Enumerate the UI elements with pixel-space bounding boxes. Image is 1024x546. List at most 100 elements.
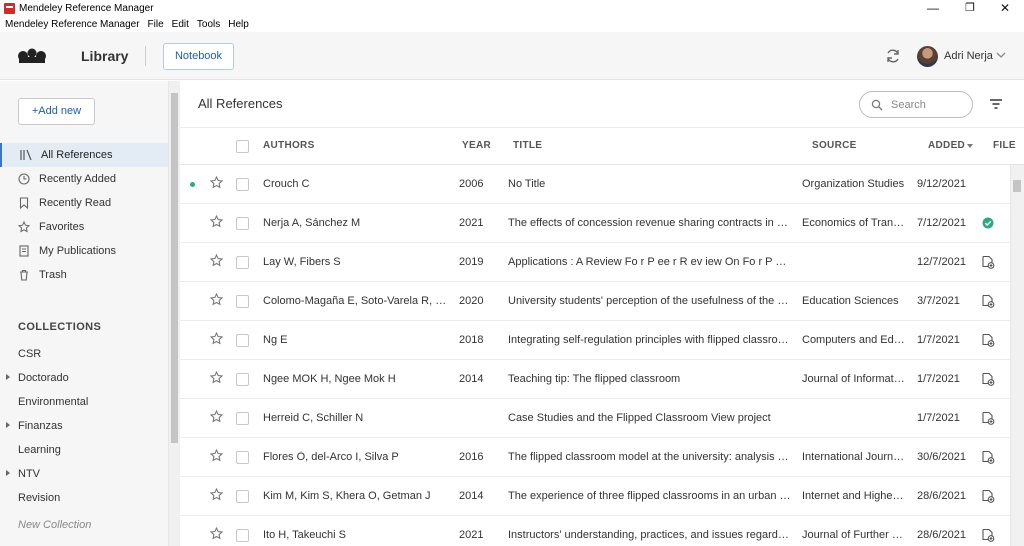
column-file[interactable]: FILE [993, 140, 1016, 151]
menu-edit[interactable]: Edit [168, 17, 193, 32]
column-added[interactable]: ADDED [928, 140, 965, 151]
collection-ntv[interactable]: NTV [18, 468, 40, 480]
pdf-file-icon[interactable] [981, 255, 995, 269]
close-button[interactable]: ✕ [988, 0, 1022, 17]
collection-doctorado[interactable]: Doctorado [18, 372, 69, 384]
sidebar-item-label: All References [41, 149, 113, 161]
table-row[interactable]: Ngee MOK H, Ngee Mok H 2014 Teaching tip: … [180, 360, 1010, 399]
table-row[interactable]: Kim M, Kim S, Khera O, Getman J 2014 The e… [180, 477, 1010, 516]
pdf-file-icon[interactable] [981, 333, 995, 347]
sidebar-item-all-references[interactable]: All References [0, 143, 168, 167]
cell-added: 7/12/2021 [917, 217, 966, 229]
favorite-star-icon[interactable] [210, 488, 223, 501]
menu-tools[interactable]: Tools [193, 17, 224, 32]
sync-icon[interactable] [885, 48, 901, 64]
main-scrollbar-thumb[interactable] [1013, 180, 1021, 192]
pdf-file-icon[interactable] [981, 411, 995, 425]
table-row[interactable]: Ito H, Takeuchi S 2021 Instructors' unders… [180, 516, 1010, 546]
row-checkbox[interactable] [236, 490, 249, 503]
row-checkbox[interactable] [236, 178, 249, 191]
favorite-star-icon[interactable] [210, 410, 223, 423]
table-row[interactable]: Crouch C 2006 No Title Organization Studies… [180, 165, 1010, 204]
cell-title: Applications : A Review Fo r P ee r R ev… [508, 256, 791, 268]
row-checkbox[interactable] [236, 412, 249, 425]
column-source[interactable]: SOURCE [812, 140, 857, 151]
document-icon [19, 245, 29, 257]
add-new-button[interactable]: +Add new [18, 98, 95, 125]
search-placeholder: Search [891, 99, 926, 111]
maximize-button[interactable]: ❐ [953, 0, 987, 17]
app-header: Library Notebook Adri Nerja [0, 32, 1024, 80]
expand-arrow-icon[interactable] [6, 374, 10, 380]
favorite-star-icon[interactable] [210, 176, 223, 189]
new-collection-link[interactable]: New Collection [18, 519, 91, 531]
sidebar-item-my-publications[interactable]: My Publications [0, 239, 168, 263]
pdf-file-icon[interactable] [981, 372, 995, 386]
pdf-file-icon[interactable] [981, 489, 995, 503]
pdf-file-icon[interactable] [981, 528, 995, 542]
title-bar: Mendeley Reference Manager — ❐ ✕ [0, 0, 1024, 17]
header-divider [145, 46, 146, 66]
minimize-button[interactable]: — [916, 0, 950, 17]
row-checkbox[interactable] [236, 295, 249, 308]
mendeley-app-icon [4, 3, 15, 14]
row-checkbox[interactable] [236, 529, 249, 542]
column-authors[interactable]: AUTHORS [263, 140, 315, 151]
row-checkbox[interactable] [236, 217, 249, 230]
favorite-star-icon[interactable] [210, 449, 223, 462]
collection-learning[interactable]: Learning [18, 444, 61, 456]
row-checkbox[interactable] [236, 373, 249, 386]
favorite-star-icon[interactable] [210, 254, 223, 267]
pdf-file-icon[interactable] [981, 294, 995, 308]
main-toolbar: All References Search [180, 81, 1024, 128]
main-scrollbar[interactable] [1010, 165, 1024, 546]
menu-help[interactable]: Help [224, 17, 253, 32]
cell-title: Integrating self-regulation principles w… [508, 334, 791, 346]
collection-revision[interactable]: Revision [18, 492, 60, 504]
table-row[interactable]: Colomo-Magaña E, Soto-Varela R, Ruiz-...… [180, 282, 1010, 321]
sidebar-item-recently-read[interactable]: Recently Read [0, 191, 168, 215]
favorite-star-icon[interactable] [210, 332, 223, 345]
sidebar-item-favorites[interactable]: Favorites [0, 215, 168, 239]
user-name[interactable]: Adri Nerja [944, 50, 993, 62]
table-row[interactable]: Nerja A, Sánchez M 2021 The effects of con… [180, 204, 1010, 243]
table-row[interactable]: Lay W, Fibers S 2019 Applications : A Revi… [180, 243, 1010, 282]
menu-file[interactable]: File [144, 17, 168, 32]
select-all-checkbox[interactable] [236, 140, 249, 153]
sidebar-item-trash[interactable]: Trash [0, 263, 168, 287]
row-checkbox[interactable] [236, 334, 249, 347]
page-title: All References [198, 96, 283, 111]
filter-icon[interactable] [989, 98, 1003, 110]
sidebar-scrollbar-thumb[interactable] [171, 93, 178, 443]
search-icon [871, 99, 883, 111]
column-year[interactable]: YEAR [462, 140, 491, 151]
table-row[interactable]: Flores Ò, del-Arco I, Silva P 2016 The fli… [180, 438, 1010, 477]
favorite-star-icon[interactable] [210, 371, 223, 384]
favorite-star-icon[interactable] [210, 527, 223, 540]
cell-year: 2018 [459, 334, 484, 346]
collection-environmental[interactable]: Environmental [18, 396, 88, 408]
expand-arrow-icon[interactable] [6, 470, 10, 476]
favorite-star-icon[interactable] [210, 293, 223, 306]
cell-title: The flipped classroom model at the unive… [508, 451, 791, 463]
collection-finanzas[interactable]: Finanzas [18, 420, 63, 432]
user-avatar[interactable] [917, 46, 938, 67]
chevron-down-icon[interactable] [996, 51, 1006, 59]
cell-authors: Ngee MOK H, Ngee Mok H [263, 373, 396, 385]
notebook-button[interactable]: Notebook [163, 43, 234, 70]
favorite-star-icon[interactable] [210, 215, 223, 228]
expand-arrow-icon[interactable] [6, 422, 10, 428]
row-checkbox[interactable] [236, 256, 249, 269]
table-row[interactable]: Herreid C, Schiller N Case Studies and th… [180, 399, 1010, 438]
library-title[interactable]: Library [81, 48, 128, 64]
column-title[interactable]: TITLE [513, 140, 542, 151]
row-checkbox[interactable] [236, 451, 249, 464]
sidebar-item-recently-added[interactable]: Recently Added [0, 167, 168, 191]
search-input[interactable]: Search [859, 91, 973, 118]
table-row[interactable]: Ng E 2018 Integrating self-regulation prin… [180, 321, 1010, 360]
collection-csr[interactable]: CSR [18, 348, 41, 360]
check-circle-icon[interactable] [981, 216, 995, 230]
sort-descending-icon[interactable] [967, 144, 973, 148]
pdf-file-icon[interactable] [981, 450, 995, 464]
menu-app[interactable]: Mendeley Reference Manager [0, 17, 144, 32]
